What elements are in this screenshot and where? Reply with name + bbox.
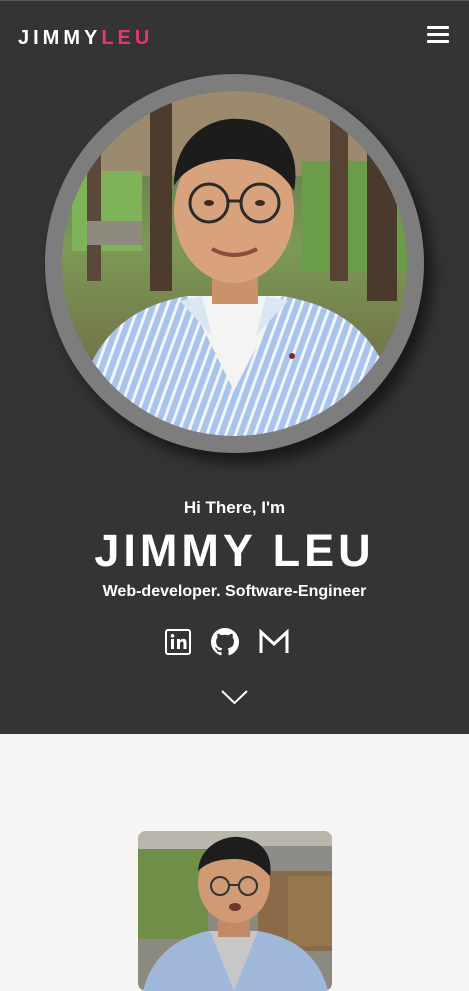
site-logo[interactable]: JIMMYLEU <box>18 27 153 50</box>
hamburger-menu-icon[interactable] <box>425 23 451 47</box>
gmail-icon[interactable] <box>258 628 289 656</box>
hero-greeting: Hi There, I'm <box>183 498 286 517</box>
about-photo <box>138 831 332 991</box>
hero-tagline: Web-developer. Software-Engineer <box>102 583 367 600</box>
linkedin-icon[interactable] <box>164 628 192 656</box>
hero-name: JIMMY LEU <box>94 525 375 576</box>
profile-photo <box>62 91 407 436</box>
chevron-down-icon[interactable] <box>220 688 249 706</box>
logo-first-word: JIMMY <box>18 27 102 49</box>
github-icon[interactable] <box>211 628 239 656</box>
logo-second-word: LEU <box>101 27 154 49</box>
social-links <box>0 628 469 658</box>
hero-section: JIMMYLEU Hi There, I'm JIMMY LEU Web-dev… <box>0 0 469 734</box>
profile-avatar-frame <box>45 74 424 453</box>
